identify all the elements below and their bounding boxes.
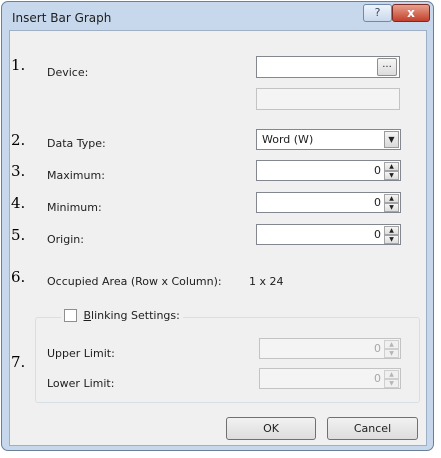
- step-number-3: 3.: [11, 162, 26, 180]
- spin-up-icon[interactable]: ▲: [384, 194, 399, 203]
- upper-limit-spinner[interactable]: 0 ▲ ▼: [259, 338, 401, 359]
- lower-limit-label: Lower Limit:: [47, 377, 115, 390]
- blinking-settings-header: Blinking Settings:: [61, 308, 183, 322]
- origin-spinner[interactable]: 0 ▲ ▼: [256, 224, 401, 245]
- occupied-area-value: 1 x 24: [249, 275, 284, 288]
- upper-limit-value: 0: [374, 342, 381, 355]
- dialog-window: Insert Bar Graph ? x 1. 2. 3. 4. 5. 6. 7…: [1, 1, 434, 451]
- spin-up-icon[interactable]: ▲: [384, 226, 399, 235]
- spin-down-icon: ▼: [384, 349, 399, 358]
- chevron-down-icon[interactable]: ▼: [384, 131, 399, 148]
- maximum-label: Maximum:: [47, 169, 105, 182]
- cancel-button[interactable]: Cancel: [327, 417, 418, 440]
- close-button[interactable]: x: [392, 4, 430, 22]
- lower-limit-spinner[interactable]: 0 ▲ ▼: [259, 368, 401, 389]
- data-type-selected: Word (W): [262, 133, 314, 146]
- step-number-2: 2.: [11, 131, 26, 149]
- step-number-4: 4.: [11, 194, 26, 212]
- spin-up-icon[interactable]: ▲: [384, 162, 399, 171]
- device-secondary-field: [256, 88, 400, 110]
- step-number-5: 5.: [11, 226, 26, 244]
- ok-button[interactable]: OK: [226, 417, 316, 440]
- occupied-area-label: Occupied Area (Row x Column):: [47, 275, 222, 288]
- step-number-7: 7.: [11, 353, 26, 371]
- blinking-label: Blinking Settings:: [84, 309, 180, 322]
- step-number-1: 1.: [11, 56, 26, 74]
- blinking-label-accelerator: B: [83, 308, 92, 322]
- origin-label: Origin:: [47, 233, 84, 246]
- device-label: Device:: [47, 66, 89, 79]
- spin-up-icon: ▲: [384, 370, 399, 379]
- blinking-checkbox[interactable]: [64, 308, 77, 322]
- spin-down-icon[interactable]: ▼: [384, 171, 399, 180]
- spin-down-icon[interactable]: ▼: [384, 235, 399, 244]
- dialog-body: 1. 2. 3. 4. 5. 6. 7. Device: ... Data Ty…: [9, 30, 427, 446]
- spin-down-icon: ▼: [384, 379, 399, 388]
- lower-limit-value: 0: [374, 372, 381, 385]
- device-browse-button[interactable]: ...: [377, 58, 397, 76]
- device-input[interactable]: ...: [256, 56, 400, 78]
- upper-limit-label: Upper Limit:: [47, 347, 115, 360]
- spin-up-icon: ▲: [384, 340, 399, 349]
- maximum-value: 0: [374, 164, 381, 177]
- minimum-value: 0: [374, 196, 381, 209]
- help-button[interactable]: ?: [363, 4, 392, 22]
- minimum-spinner[interactable]: 0 ▲ ▼: [256, 192, 401, 213]
- maximum-spinner[interactable]: 0 ▲ ▼: [256, 160, 401, 181]
- blinking-label-rest: linking Settings:: [91, 308, 180, 322]
- data-type-label: Data Type:: [47, 137, 106, 150]
- spin-down-icon[interactable]: ▼: [384, 203, 399, 212]
- step-number-6: 6.: [11, 268, 26, 286]
- minimum-label: Minimum:: [47, 201, 102, 214]
- blinking-settings-group: [35, 317, 420, 403]
- dialog-title: Insert Bar Graph: [12, 11, 112, 25]
- data-type-select[interactable]: Word (W) ▼: [256, 129, 401, 150]
- origin-value: 0: [374, 228, 381, 241]
